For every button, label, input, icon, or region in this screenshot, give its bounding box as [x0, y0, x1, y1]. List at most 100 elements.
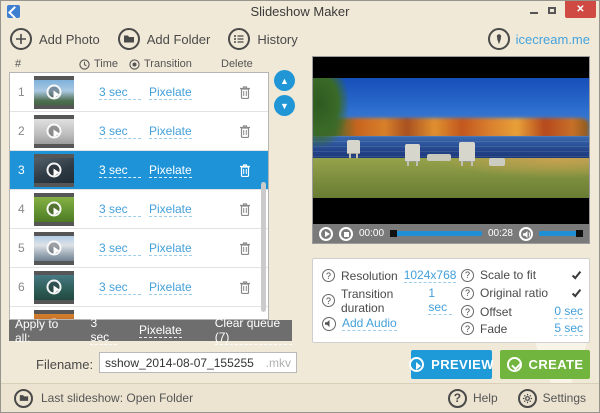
resolution-value-link[interactable]: 1024x768	[403, 268, 457, 283]
trash-icon[interactable]	[239, 202, 251, 216]
icecream-link-label: icecream.me	[515, 31, 590, 47]
move-up-button[interactable]: ▲	[274, 70, 295, 91]
last-slideshow-label: Last slideshow: Open Folder	[41, 391, 194, 405]
queue-row[interactable]: 1 3 sec Pixelate	[10, 73, 268, 112]
row-number: 2	[18, 124, 25, 138]
row-time-link[interactable]: 3 sec	[99, 241, 141, 256]
row-time-link[interactable]: 3 sec	[99, 85, 141, 100]
open-folder-link[interactable]: Last slideshow: Open Folder	[14, 388, 194, 408]
queue-row[interactable]: 5 3 sec Pixelate	[10, 229, 268, 268]
seek-handle[interactable]	[390, 230, 398, 237]
minimize-button[interactable]	[525, 1, 543, 14]
queue-row[interactable]: 3 3 sec Pixelate	[10, 151, 268, 190]
row-number: 1	[18, 85, 25, 99]
preview-button[interactable]: PREVIEW	[409, 350, 494, 379]
volume-handle[interactable]	[576, 230, 583, 237]
row-time-link[interactable]: 3 sec	[99, 202, 141, 217]
row-number: 5	[18, 241, 25, 255]
add-photo-button[interactable]: Add Photo	[10, 28, 100, 50]
photo-table	[427, 154, 451, 161]
row-transition-link[interactable]: Pixelate	[149, 85, 192, 100]
help-label[interactable]: Help	[473, 391, 498, 405]
row-thumbnail[interactable]	[34, 114, 74, 148]
settings-label[interactable]: Settings	[543, 391, 586, 405]
footer-actions: ? Help Settings	[447, 388, 586, 408]
folder-icon	[117, 28, 140, 50]
queue-row[interactable]: 6 3 sec Pixelate	[10, 268, 268, 307]
trash-icon[interactable]	[239, 85, 251, 99]
transition-duration-value-link[interactable]: 1 sec	[428, 286, 452, 315]
help-circle-icon[interactable]: ?	[447, 388, 467, 408]
clear-queue-link[interactable]: Clear queue (7)	[214, 316, 292, 345]
row-thumbnail[interactable]	[34, 192, 74, 226]
row-time-link[interactable]: 3 sec	[99, 124, 141, 139]
help-icon[interactable]: ?	[322, 269, 335, 282]
help-icon[interactable]: ?	[322, 294, 335, 307]
add-folder-button[interactable]: Add Folder	[117, 28, 210, 50]
row-time-link[interactable]: 3 sec	[99, 280, 141, 295]
trash-icon[interactable]	[239, 124, 251, 138]
row-number: 3	[18, 163, 25, 177]
row-thumbnail[interactable]	[34, 153, 74, 187]
help-icon[interactable]: ?	[461, 286, 474, 300]
create-label: CREATE	[528, 357, 584, 372]
column-time: Time	[79, 58, 118, 70]
queue-scrollbar[interactable]	[261, 182, 266, 312]
trash-icon[interactable]	[239, 280, 251, 294]
apply-time-link[interactable]: 3 sec	[90, 316, 118, 345]
icecream-site-link[interactable]: icecream.me	[487, 28, 590, 50]
trash-icon[interactable]	[239, 163, 251, 177]
column-delete: Delete	[221, 58, 253, 70]
fade-value-link[interactable]: 5 sec	[554, 321, 583, 336]
play-button[interactable]	[319, 226, 333, 241]
output-settings-panel: ? Resolution 1024x768 ? Transition durat…	[312, 258, 590, 343]
minimize-icon	[530, 12, 538, 14]
preview-label: PREVIEW	[431, 357, 494, 372]
row-thumbnail[interactable]	[34, 231, 74, 265]
trash-icon[interactable]	[239, 241, 251, 255]
help-icon[interactable]: ?	[461, 268, 474, 282]
history-label: History	[257, 31, 298, 47]
row-number: 4	[18, 202, 25, 216]
clock-icon	[79, 58, 90, 70]
move-down-button[interactable]: ▼	[274, 95, 295, 116]
row-time-link[interactable]: 3 sec	[99, 163, 141, 178]
close-button[interactable]: ✕	[565, 1, 596, 18]
plus-icon	[10, 28, 32, 50]
apply-to-all-label: Apply to all:	[15, 316, 59, 345]
speaker-icon	[322, 316, 336, 331]
resolution-row: ? Resolution 1024x768	[322, 268, 457, 283]
add-audio-link[interactable]: Add Audio	[342, 316, 397, 331]
filename-input[interactable]	[105, 355, 266, 370]
queue-row[interactable]: 4 3 sec Pixelate	[10, 190, 268, 229]
volume-bar[interactable]	[539, 230, 583, 237]
history-button[interactable]: History	[228, 28, 298, 50]
gear-icon[interactable]	[517, 388, 537, 408]
scale-to-fit-row: ? Scale to fit	[461, 268, 583, 282]
queue-row[interactable]: 2 3 sec Pixelate	[10, 112, 268, 151]
history-list-icon	[228, 28, 251, 50]
photo-chair	[405, 144, 420, 166]
row-thumbnail[interactable]	[34, 270, 74, 304]
stop-button[interactable]	[339, 226, 353, 241]
seek-bar[interactable]	[390, 230, 482, 237]
row-transition-link[interactable]: Pixelate	[149, 202, 192, 217]
original-ratio-checkbox[interactable]	[570, 286, 583, 300]
preview-frame-image[interactable]	[313, 78, 589, 198]
row-transition-link[interactable]: Pixelate	[149, 241, 192, 256]
apply-to-all-bar: Apply to all: 3 sec Pixelate Clear queue…	[9, 316, 292, 345]
help-icon[interactable]: ?	[461, 322, 474, 335]
maximize-button[interactable]	[543, 1, 561, 14]
row-transition-link[interactable]: Pixelate	[149, 280, 192, 295]
row-transition-link[interactable]: Pixelate	[149, 124, 192, 139]
help-icon[interactable]: ?	[461, 305, 474, 318]
volume-icon[interactable]	[519, 226, 533, 241]
offset-value-link[interactable]: 0 sec	[554, 304, 583, 319]
create-button[interactable]: CREATE	[500, 350, 590, 379]
apply-transition-link[interactable]: Pixelate	[139, 323, 182, 338]
row-transition-link[interactable]: Pixelate	[149, 163, 192, 178]
filename-label: Filename:	[36, 357, 94, 372]
scale-to-fit-checkbox[interactable]	[570, 268, 583, 282]
filename-extension: .mkv	[265, 355, 291, 370]
row-thumbnail[interactable]	[34, 75, 74, 109]
